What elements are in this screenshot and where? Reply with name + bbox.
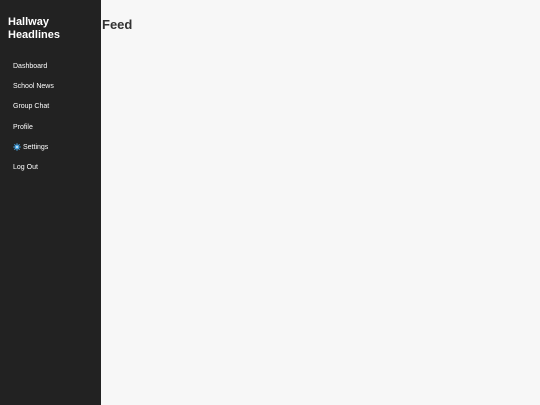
sidebar-item-label: Profile bbox=[13, 123, 33, 131]
gear-icon bbox=[13, 143, 21, 152]
sidebar-item-label: Dashboard bbox=[13, 62, 48, 70]
sidebar-item-label: Log Out bbox=[13, 164, 38, 172]
main-content: Feed bbox=[101, 0, 540, 405]
brand-line-1: Hallway bbox=[8, 16, 49, 28]
sidebar-item-group-chat[interactable]: Group Chat bbox=[0, 97, 101, 117]
sidebar-item-settings[interactable]: Settings bbox=[0, 137, 101, 157]
sidebar-item-label: Group Chat bbox=[13, 103, 50, 111]
sidebar: Hallway Headlines Dashboard School News … bbox=[0, 0, 101, 405]
sidebar-item-dashboard[interactable]: Dashboard bbox=[0, 56, 101, 76]
brand-logo[interactable]: Hallway Headlines bbox=[0, 16, 70, 42]
sidebar-item-school-news[interactable]: School News bbox=[0, 76, 101, 96]
sidebar-nav: Dashboard School News Group Chat Profile bbox=[0, 56, 101, 178]
sidebar-item-label: Settings bbox=[23, 143, 49, 151]
page-title: Feed bbox=[102, 17, 133, 32]
sidebar-item-profile[interactable]: Profile bbox=[0, 117, 101, 137]
app-window: Hallway Headlines Dashboard School News … bbox=[0, 0, 540, 405]
sidebar-item-label: School News bbox=[13, 82, 54, 90]
brand-line-2: Headlines bbox=[8, 29, 60, 41]
sidebar-item-log-out[interactable]: Log Out bbox=[0, 157, 101, 177]
